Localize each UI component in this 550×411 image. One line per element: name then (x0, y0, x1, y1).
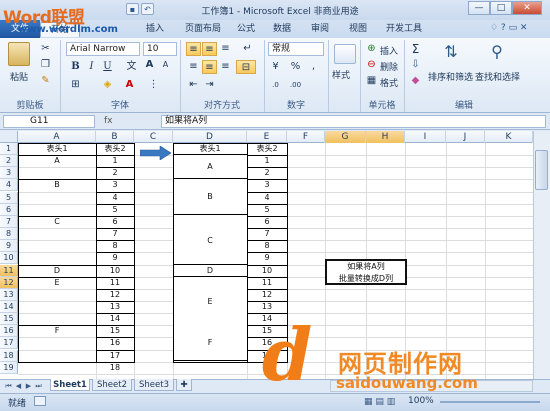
find-select-label[interactable]: 查找和选择 (475, 70, 520, 83)
window-title: 工作簿1 - Microsoft Excel 非商业用途 (201, 7, 359, 17)
format-painter-icon[interactable]: ✎ (38, 74, 53, 88)
insert-cells-icon[interactable]: ⊕ (364, 42, 379, 56)
save-icon[interactable]: ▪ (126, 3, 139, 15)
tab-formulas[interactable]: 公式 (230, 22, 262, 37)
clear-icon[interactable]: ◆ (408, 74, 423, 88)
undo-icon[interactable]: ↶ (141, 3, 154, 15)
number-group-label: 数字 (286, 101, 305, 111)
sheet-tab-2[interactable]: Sheet2 (92, 379, 132, 391)
fx-button[interactable]: fx (104, 115, 152, 128)
increase-indent-icon[interactable]: ⇥ (202, 78, 217, 92)
font-group-label: 字体 (110, 101, 129, 111)
autosum-button[interactable]: Σ (408, 42, 423, 56)
column-headers (0, 131, 533, 143)
format-cells-icon[interactable]: ▦ (364, 74, 379, 88)
wrap-text-icon[interactable]: ↵ (240, 42, 255, 56)
note-line-1: 如果将A列 (347, 262, 385, 271)
percent-button[interactable]: % (288, 60, 303, 74)
sort-filter-icon[interactable]: ⇅ (440, 42, 462, 64)
tab-view[interactable]: 视图 (342, 22, 374, 37)
merge-center-icon[interactable]: ⊟ (236, 60, 256, 74)
cells-group-label: 单元格 (368, 101, 396, 111)
sheet-tab-3[interactable]: Sheet3 (134, 379, 174, 391)
prev-sheet-icon[interactable]: ◀ (14, 381, 23, 391)
sort-filter-label[interactable]: 排序和筛选 (428, 70, 473, 83)
underline-button[interactable]: U (100, 60, 115, 74)
fill-color-icon[interactable]: ◈ (100, 78, 115, 92)
delete-cells-label[interactable]: 删除 (380, 60, 398, 73)
formula-input[interactable]: 如果将A列 (161, 115, 546, 128)
format-cells-label[interactable]: 格式 (380, 76, 398, 89)
number-format-select[interactable]: 常规 (268, 42, 324, 56)
zoom-slider[interactable] (440, 401, 540, 403)
align-center-icon[interactable]: ≡ (202, 60, 217, 74)
font-dialog-icon[interactable]: ⋮ (146, 78, 161, 92)
fill-icon[interactable]: ⇩ (408, 58, 423, 72)
note-line-2: 批量转换成D列 (338, 274, 394, 283)
italic-button[interactable]: I (84, 60, 99, 74)
bold-button[interactable]: B (68, 60, 83, 74)
watermark-letter: d (262, 312, 313, 397)
view-buttons-icon[interactable]: ▦ ▤ ▥ (364, 397, 395, 407)
font-color-icon[interactable]: A (122, 78, 137, 92)
align-left-icon[interactable]: ≡ (186, 60, 201, 74)
tab-data[interactable]: 数据 (266, 22, 298, 37)
clipboard-group-label: 剪贴板 (16, 101, 44, 111)
tab-page-layout[interactable]: 页面布局 (178, 22, 228, 37)
styles-icon[interactable] (334, 44, 356, 64)
cut-icon[interactable]: ✂ (38, 42, 53, 56)
last-sheet-icon[interactable]: ⏭ (34, 381, 43, 391)
divider (328, 40, 329, 112)
vertical-scroll-thumb[interactable] (535, 150, 548, 190)
arrow-right-icon (140, 146, 172, 160)
ribbon-help-controls[interactable]: ♢ ? ▭ ✕ (490, 23, 530, 35)
name-box[interactable]: G11 (3, 115, 95, 128)
paste-label: 粘贴 (10, 73, 29, 83)
align-right-icon[interactable]: ≡ (218, 60, 233, 74)
minimize-button[interactable]: — (468, 1, 490, 15)
tab-review[interactable]: 审阅 (304, 22, 336, 37)
wen-button[interactable]: 文 (124, 60, 139, 74)
styles-label: 样式 (332, 71, 351, 81)
grow-font-button[interactable]: A (142, 58, 157, 72)
zoom-level[interactable]: 100% (408, 396, 434, 406)
logo-url: www.wordlm.com (18, 24, 118, 35)
align-top-icon[interactable]: ≡ (186, 42, 201, 56)
align-bottom-icon[interactable]: ≡ (218, 42, 233, 56)
close-button[interactable]: ✕ (512, 1, 542, 15)
increase-decimal-button[interactable]: .0 (268, 78, 283, 92)
font-size-select[interactable]: 10 (143, 42, 177, 56)
insert-cells-label[interactable]: 插入 (380, 44, 398, 57)
align-middle-icon[interactable]: ≡ (202, 42, 217, 56)
alignment-group-label: 对齐方式 (203, 101, 240, 111)
borders-icon[interactable]: ⊞ (68, 78, 83, 92)
maximize-button[interactable]: □ (490, 1, 512, 15)
font-name-select[interactable]: Arial Narrow (66, 42, 140, 56)
find-select-icon[interactable]: ⚲ (486, 42, 508, 64)
currency-icon[interactable]: ¥ (268, 60, 283, 74)
new-sheet-icon[interactable]: ✚ (176, 379, 192, 391)
paste-icon[interactable] (8, 42, 30, 66)
decrease-decimal-button[interactable]: .00 (288, 78, 303, 92)
watermark-url: saidouwang.com (336, 374, 478, 392)
tab-insert[interactable]: 插入 (135, 22, 175, 37)
first-sheet-icon[interactable]: ⏮ (4, 381, 13, 391)
next-sheet-icon[interactable]: ▶ (24, 381, 33, 391)
sheet-tab-1[interactable]: Sheet1 (50, 379, 90, 391)
copy-icon[interactable]: ❐ (38, 58, 53, 72)
shrink-font-button[interactable]: A (158, 58, 173, 72)
macro-record-icon[interactable] (34, 396, 46, 406)
tab-developer[interactable]: 开发工具 (380, 22, 428, 37)
decrease-indent-icon[interactable]: ⇤ (186, 78, 201, 92)
editing-group-label: 编辑 (454, 101, 473, 111)
status-mode: 就绪 (8, 399, 27, 409)
comma-button[interactable]: , (306, 60, 321, 74)
delete-cells-icon[interactable]: ⊖ (364, 58, 379, 72)
